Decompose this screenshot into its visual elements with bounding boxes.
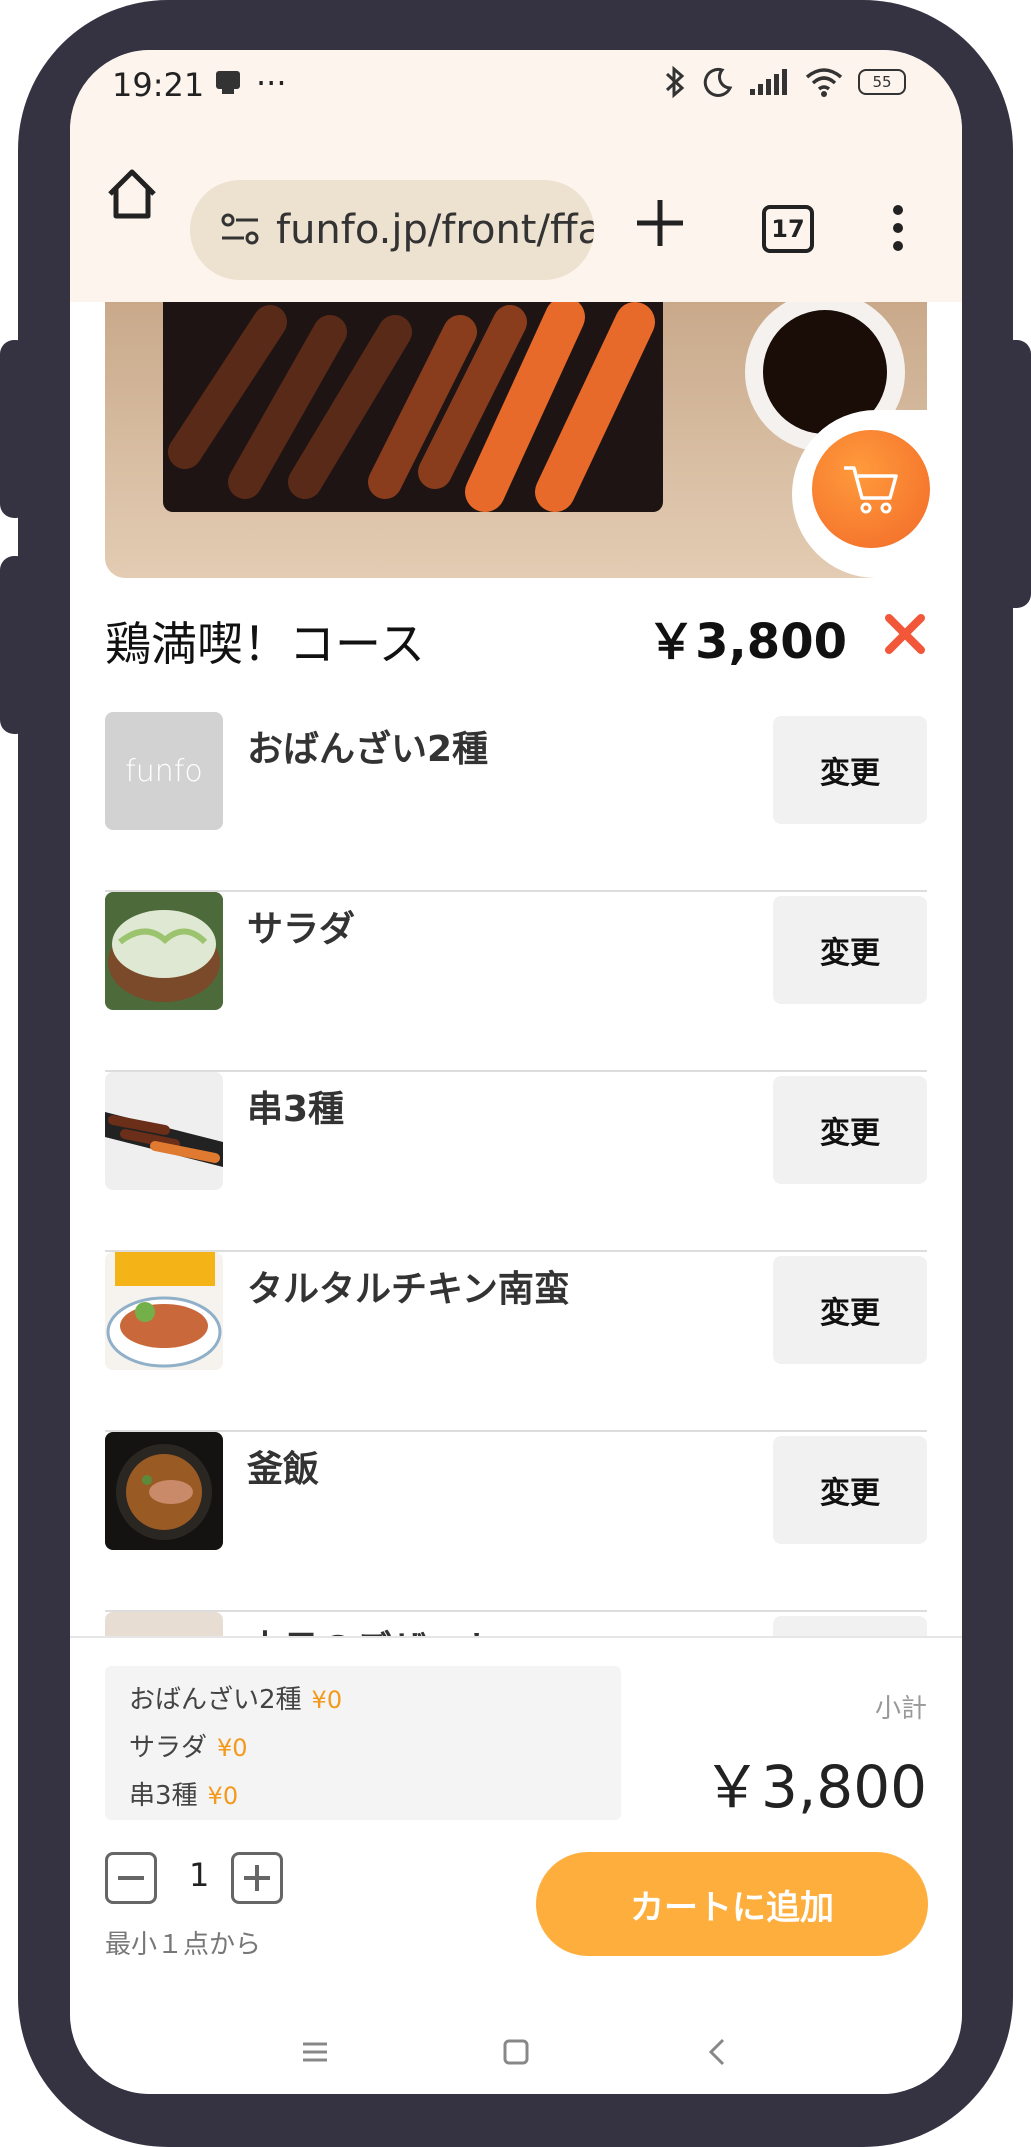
cart-icon xyxy=(844,466,898,514)
subtotal-label: 小計 xyxy=(874,1694,927,1724)
status-right-icons: 55 xyxy=(662,64,906,100)
summary-line: 串3種 ¥0 xyxy=(129,1776,621,1824)
decrement-button[interactable] xyxy=(105,1852,157,1904)
add-to-cart-button[interactable]: カートに追加 xyxy=(536,1852,928,1956)
item-thumbnail xyxy=(105,1072,223,1190)
item-name: おばんざい2種 xyxy=(247,729,489,770)
bluetooth-icon xyxy=(665,65,685,99)
status-time: 19:21 xyxy=(112,66,205,104)
item-name: タルタルチキン南蛮 xyxy=(247,1269,570,1310)
change-button[interactable]: 変更 xyxy=(773,1436,927,1544)
summary-item-name: サラダ xyxy=(129,1733,208,1763)
increment-button[interactable] xyxy=(231,1852,283,1904)
course-price: ￥3,800 xyxy=(647,614,847,670)
order-panel: おばんざい2種 ¥0 サラダ ¥0 串3種 ¥0 小計 ￥3,800 1 最小１… xyxy=(70,1636,962,2094)
wifi-icon xyxy=(805,68,843,97)
recent-apps-icon[interactable] xyxy=(295,2032,335,2072)
status-bar: 19:21 ··· 55 xyxy=(70,50,962,128)
course-title: 鶏満喫！コース xyxy=(105,617,425,671)
item-name: 串3種 xyxy=(247,1089,345,1130)
cart-button[interactable] xyxy=(812,430,930,548)
item-thumbnail xyxy=(105,892,223,1010)
summary-item-name: おばんざい2種 xyxy=(129,1685,302,1715)
summary-line: おばんざい2種 ¥0 xyxy=(129,1680,621,1728)
item-name: 釜飯 xyxy=(247,1449,320,1490)
system-nav-bar xyxy=(70,2010,962,2094)
summary-item-price: ¥0 xyxy=(207,1782,239,1810)
change-button[interactable]: 変更 xyxy=(773,716,927,824)
address-bar[interactable]: funfo.jp/front/ffap xyxy=(190,180,594,280)
item-thumbnail-placeholder: funfo xyxy=(105,712,223,830)
close-icon[interactable] xyxy=(883,612,927,656)
home-nav-icon[interactable] xyxy=(496,2032,536,2072)
phone-screen: 19:21 ··· 55 funfo.jp/front/ffap 17 鶏満喫！… xyxy=(70,50,962,2094)
summary-item-name: 串3種 xyxy=(129,1781,198,1811)
browser-toolbar: funfo.jp/front/ffap 17 xyxy=(70,128,962,304)
course-header: 鶏満喫！コース ￥3,800 xyxy=(105,602,927,672)
side-button-right xyxy=(1000,340,1031,608)
moon-icon xyxy=(703,67,733,97)
signal-icon xyxy=(750,69,787,95)
side-button-left-top xyxy=(0,340,30,518)
list-item: サラダ 変更 xyxy=(105,892,927,1072)
change-button[interactable]: 変更 xyxy=(773,896,927,1004)
list-item: 串3種 変更 xyxy=(105,1072,927,1252)
list-item: funfo おばんざい2種 変更 xyxy=(105,712,927,892)
cart-fab-container xyxy=(792,410,962,578)
summary-item-price: ¥0 xyxy=(217,1734,248,1762)
url-text: funfo.jp/front/ffap xyxy=(276,207,594,253)
plus-icon xyxy=(244,1865,270,1891)
status-left-icons: ··· xyxy=(212,64,287,102)
new-tab-icon[interactable] xyxy=(625,188,695,258)
item-thumbnail xyxy=(105,1252,223,1370)
summary-line: サラダ ¥0 xyxy=(129,1728,621,1776)
more-menu-icon[interactable] xyxy=(888,203,908,253)
change-button[interactable]: 変更 xyxy=(773,1076,927,1184)
side-button-left-bottom xyxy=(0,556,30,734)
site-settings-icon[interactable] xyxy=(216,206,264,254)
product-detail: 鶏満喫！コース ￥3,800 funfo おばんざい2種 変更 サラダ 変更 串… xyxy=(70,302,962,1686)
item-name: サラダ xyxy=(247,909,356,950)
summary-item-price: ¥0 xyxy=(311,1686,343,1714)
back-icon[interactable] xyxy=(698,2032,738,2072)
subtotal-value: ￥3,800 xyxy=(702,1753,927,1821)
selection-summary: おばんざい2種 ¥0 サラダ ¥0 串3種 ¥0 xyxy=(105,1666,621,1820)
course-item-list: funfo おばんざい2種 変更 サラダ 変更 串3種 変更 タルタルチキン南蛮… xyxy=(105,712,927,1686)
minus-icon xyxy=(118,1876,144,1880)
notification-icon xyxy=(216,71,240,94)
quantity-value: 1 xyxy=(189,1856,210,1894)
change-button[interactable]: 変更 xyxy=(773,1256,927,1364)
list-item: 釜飯 変更 xyxy=(105,1432,927,1612)
minimum-quantity-note: 最小１点から xyxy=(105,1930,262,1960)
battery-icon: 55 xyxy=(858,69,906,95)
tab-count-button[interactable]: 17 xyxy=(762,205,814,253)
item-thumbnail xyxy=(105,1432,223,1550)
home-icon[interactable] xyxy=(102,164,162,224)
status-more: ··· xyxy=(256,64,287,102)
list-item: タルタルチキン南蛮 変更 xyxy=(105,1252,927,1432)
funfo-logo: funfo xyxy=(125,753,203,789)
